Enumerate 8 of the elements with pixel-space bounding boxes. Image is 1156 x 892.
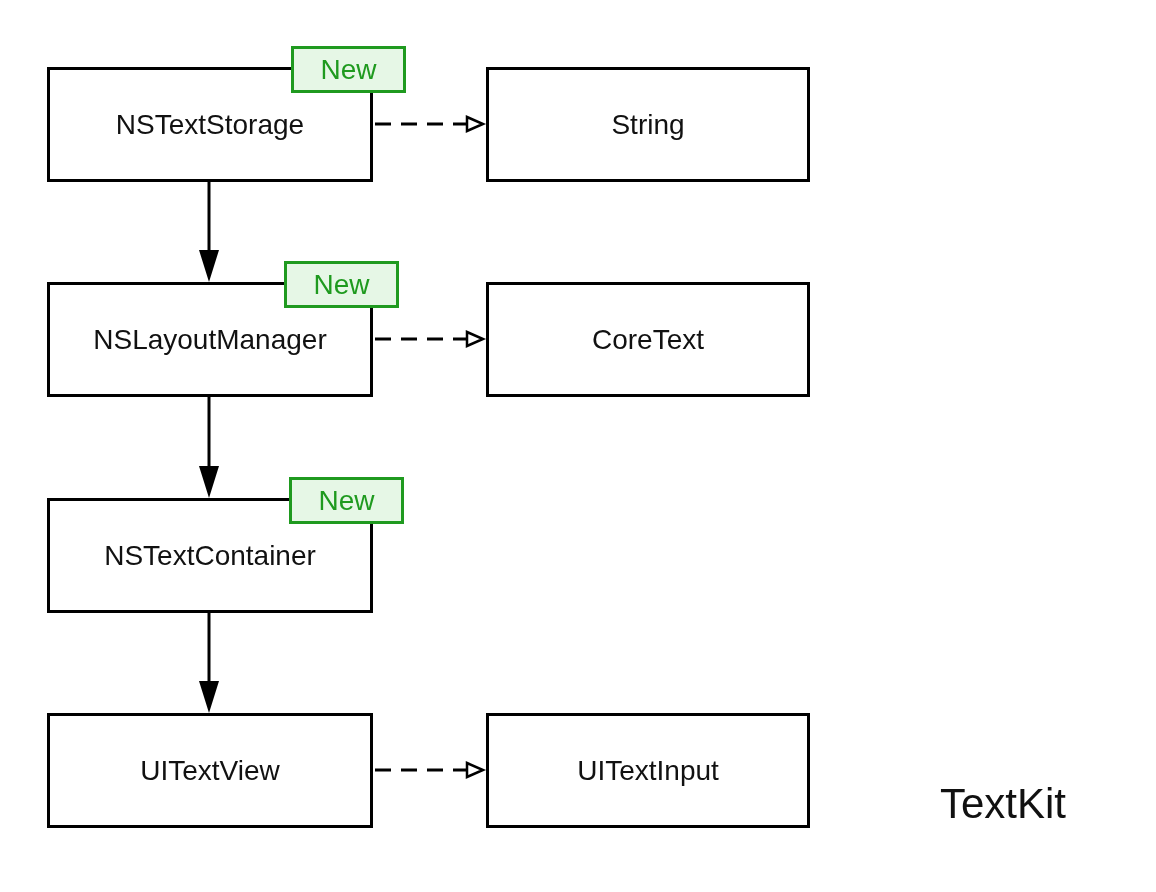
new-badge: New (291, 46, 406, 93)
new-badge: New (284, 261, 399, 308)
class-node: UITextView (47, 713, 373, 828)
related-node: CoreText (486, 282, 810, 397)
new-badge: New (289, 477, 404, 524)
related-node: UITextInput (486, 713, 810, 828)
diagram-title: TextKit (940, 780, 1067, 828)
related-node: String (486, 67, 810, 182)
